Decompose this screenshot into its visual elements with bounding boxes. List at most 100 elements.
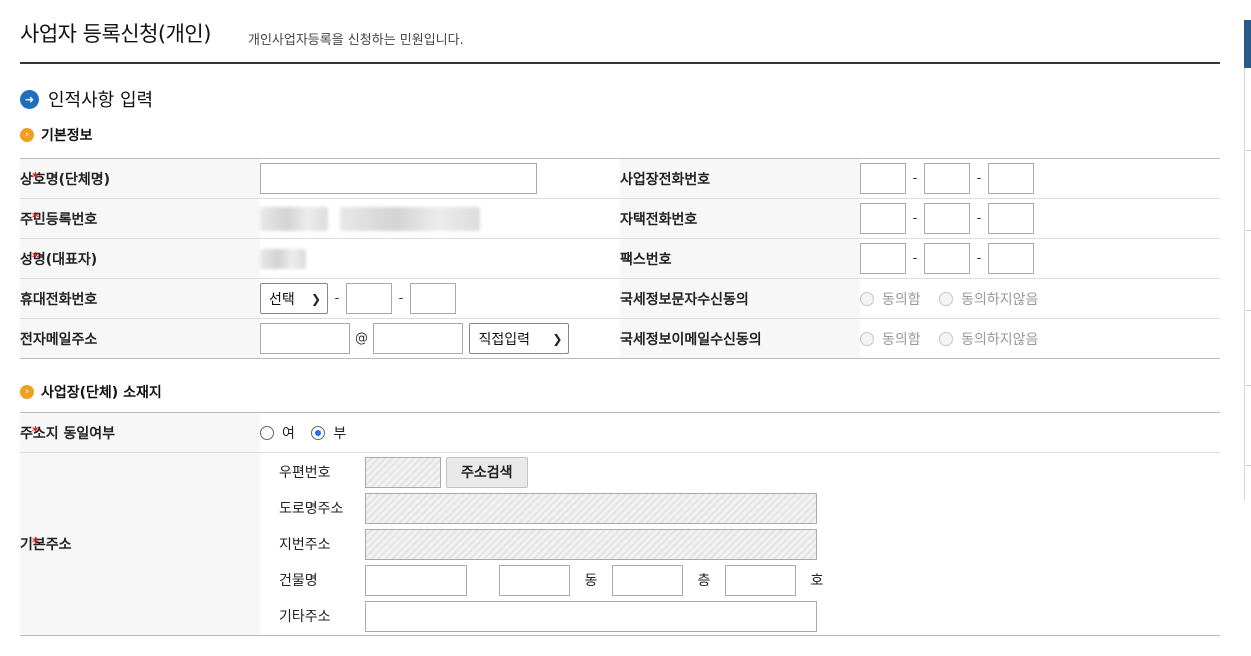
sms-agree-radio[interactable]: 동의함 xyxy=(860,289,921,309)
email-consent-label: 국세정보이메일수신동의 xyxy=(620,331,762,348)
page: 사업자 등록신청(개인) 개인사업자등록을 신청하는 민원입니다. ➜ 인적사항… xyxy=(20,0,1220,636)
sms-consent-cell: 동의함 동의하지않음 xyxy=(860,278,1220,319)
building-label: 건물명 xyxy=(279,573,318,589)
radio-checked-icon xyxy=(311,425,326,440)
base-address-label: 기본주소 xyxy=(20,537,72,553)
trade-name-label-cell: * 상호명(단체명) xyxy=(20,158,260,199)
radio-icon xyxy=(860,331,874,346)
side-panel-divider xyxy=(1246,230,1251,231)
home-phone-label: 자택전화번호 xyxy=(620,211,698,228)
dong-input[interactable] xyxy=(499,564,570,596)
email-agree-radio[interactable]: 동의함 xyxy=(860,329,921,349)
required-mark: * xyxy=(32,170,39,186)
sms-consent-label: 국세정보문자수신동의 xyxy=(620,291,749,308)
postal-label: 우편번호 xyxy=(279,465,331,481)
floor-input[interactable] xyxy=(612,564,683,596)
required-mark: * xyxy=(32,210,39,226)
biz-phone-cell: -- xyxy=(860,158,1220,199)
base-address-cell: 우편번호 주소검색 도로명주소 지번주소 건물명 동 층 호 기타주소 xyxy=(260,452,1220,636)
name-cell xyxy=(260,238,620,279)
dash: - xyxy=(976,251,982,266)
other-address-input[interactable] xyxy=(365,600,817,632)
email-disagree-label: 동의하지않음 xyxy=(961,331,1039,348)
sms-consent-label-cell: 국세정보문자수신동의 xyxy=(620,278,860,319)
fax-last-input[interactable] xyxy=(988,243,1034,274)
page-subtitle: 개인사업자등록을 신청하는 민원입니다. xyxy=(248,33,464,48)
dash: - xyxy=(976,211,982,226)
resident-no-back-redacted xyxy=(340,206,481,231)
resident-no-cell xyxy=(260,198,620,239)
fax-area-input[interactable] xyxy=(860,243,906,274)
same-address-yes-radio[interactable]: 여 xyxy=(260,423,295,443)
email-id-input[interactable] xyxy=(260,323,350,354)
lot-address-label: 지번주소 xyxy=(279,537,331,553)
email-domain-input[interactable] xyxy=(373,323,463,354)
other-address-label: 기타주소 xyxy=(279,609,331,625)
biz-phone-label-cell: 사업장전화번호 xyxy=(620,158,860,199)
building-name-input[interactable] xyxy=(365,564,467,596)
side-panel-divider xyxy=(1246,310,1251,311)
email-consent-label-cell: 국세정보이메일수신동의 xyxy=(620,318,860,359)
fax-mid-input[interactable] xyxy=(924,243,970,274)
sms-agree-label: 동의함 xyxy=(882,291,921,308)
dong-unit-label: 동 xyxy=(584,573,598,589)
address-search-button[interactable]: 주소검색 xyxy=(446,456,528,488)
chevron-right-icon: › xyxy=(20,385,34,399)
home-phone-cell: -- xyxy=(860,198,1220,239)
fax-label: 팩스번호 xyxy=(620,251,672,268)
trade-name-input[interactable] xyxy=(260,163,537,194)
email-domain-select[interactable]: 직접입력 ❯ xyxy=(469,323,570,354)
radio-icon xyxy=(939,291,954,306)
fax-cell: -- xyxy=(860,238,1220,279)
table-row: * 성명(대표자) 팩스번호 -- xyxy=(20,238,1220,279)
home-phone-area-input[interactable] xyxy=(860,203,906,234)
lot-address-row: 지번주소 xyxy=(273,526,1220,562)
dash: - xyxy=(912,211,918,226)
dash: - xyxy=(398,291,404,306)
email-domain-select-value: 직접입력 xyxy=(478,331,530,348)
ho-unit-label: 호 xyxy=(810,573,824,589)
fax-label-cell: 팩스번호 xyxy=(620,238,860,279)
name-label-cell: * 성명(대표자) xyxy=(20,238,260,279)
home-phone-mid-input[interactable] xyxy=(924,203,970,234)
mobile-cell: 선택 ❯ - - xyxy=(260,278,620,319)
side-panel-edge xyxy=(1244,20,1251,500)
side-panel-tab[interactable] xyxy=(1244,20,1251,68)
dash: - xyxy=(334,291,340,306)
home-phone-last-input[interactable] xyxy=(988,203,1034,234)
mobile-prefix-select[interactable]: 선택 ❯ xyxy=(260,283,328,314)
biz-phone-mid-input[interactable] xyxy=(924,163,970,194)
road-address-row: 도로명주소 xyxy=(273,490,1220,526)
email-consent-cell: 동의함 동의하지않음 xyxy=(860,318,1220,359)
mobile-last-input[interactable] xyxy=(410,283,456,314)
side-panel-divider xyxy=(1246,150,1251,151)
table-row: * 주민등록번호 자택전화번호 -- xyxy=(20,198,1220,239)
location-table: * 주소지 동일여부 여 부 * 기본주소 우편번호 주소검색 도로명주소 지번… xyxy=(20,412,1220,636)
sms-disagree-label: 동의하지않음 xyxy=(961,291,1039,308)
other-address-row: 기타주소 xyxy=(273,598,1220,634)
email-disagree-radio[interactable]: 동의하지않음 xyxy=(939,329,1038,349)
same-address-no-radio[interactable]: 부 xyxy=(311,423,346,443)
ho-input[interactable] xyxy=(725,564,796,596)
biz-phone-last-input[interactable] xyxy=(988,163,1034,194)
biz-phone-area-input[interactable] xyxy=(860,163,906,194)
radio-icon xyxy=(939,331,954,346)
email-label: 전자메일주소 xyxy=(20,331,98,348)
side-panel-divider xyxy=(1246,385,1251,386)
required-mark: * xyxy=(32,250,39,266)
same-address-yes-label: 여 xyxy=(282,425,295,442)
mobile-mid-input[interactable] xyxy=(346,283,392,314)
sms-disagree-radio[interactable]: 동의하지않음 xyxy=(939,289,1038,309)
same-address-label-cell: * 주소지 동일여부 xyxy=(20,412,260,453)
table-row: * 상호명(단체명) 사업장전화번호 -- xyxy=(20,158,1220,199)
lot-address-input xyxy=(365,528,817,560)
postal-row: 우편번호 주소검색 xyxy=(273,454,1220,490)
mobile-label-cell: 휴대전화번호 xyxy=(20,278,260,319)
dash: - xyxy=(912,171,918,186)
email-label-cell: 전자메일주소 xyxy=(20,318,260,359)
location-title: 사업장(단체) 소재지 xyxy=(41,385,162,401)
road-address-label: 도로명주소 xyxy=(279,501,344,517)
radio-icon xyxy=(260,425,274,440)
chevron-down-icon: ❯ xyxy=(310,291,321,306)
arrow-right-icon: ➜ xyxy=(20,89,39,109)
